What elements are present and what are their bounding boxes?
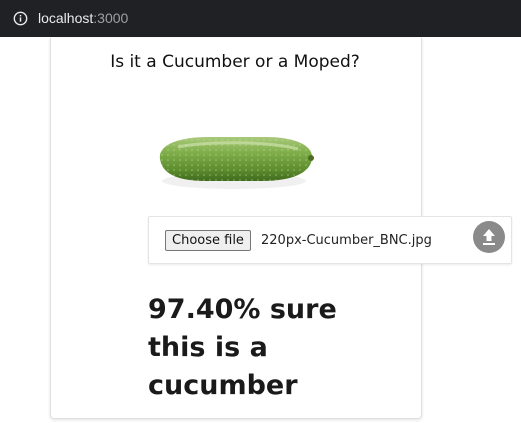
url-port: :3000 — [93, 10, 129, 26]
upload-panel: Choose file 220px-Cucumber_BNC.jpg — [148, 216, 512, 264]
cucumber-photo — [159, 137, 314, 189]
info-icon[interactable] — [13, 11, 28, 26]
upload-icon — [483, 229, 495, 245]
selected-file-name: 220px-Cucumber_BNC.jpg — [261, 233, 432, 248]
browser-address-bar[interactable]: localhost:3000 — [0, 0, 521, 37]
url-text[interactable]: localhost:3000 — [38, 10, 128, 27]
choose-file-button[interactable]: Choose file — [165, 230, 251, 251]
page-title: Is it a Cucumber or a Moped? — [110, 52, 360, 72]
url-host: localhost — [38, 10, 94, 26]
prediction-result: 97.40% sure this is a cucumber — [148, 294, 337, 401]
upload-button[interactable] — [473, 221, 505, 253]
